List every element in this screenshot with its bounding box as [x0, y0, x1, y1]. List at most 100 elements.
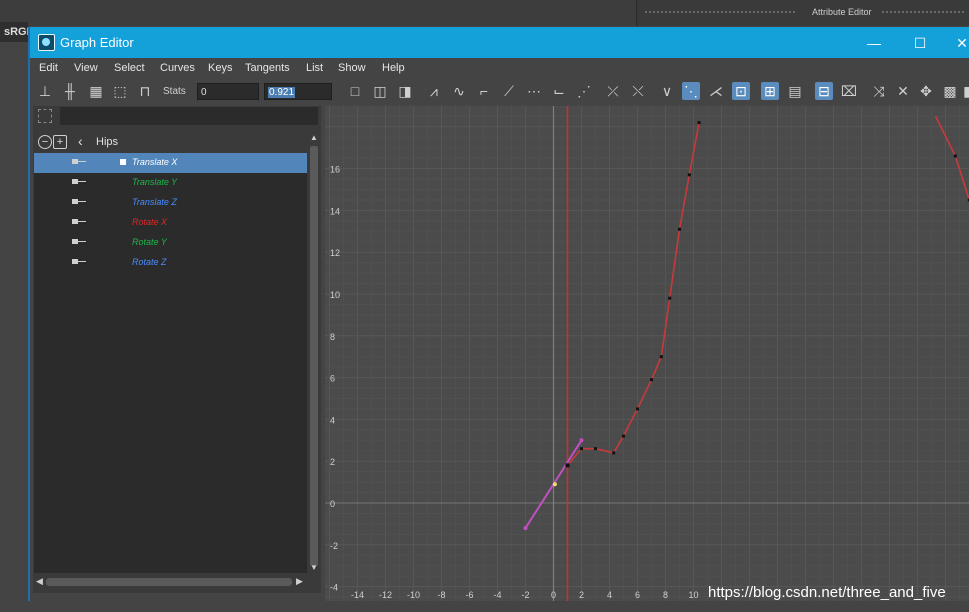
channel-row-translate-z[interactable]: Translate Z — [34, 193, 307, 213]
channel-row-rotate-x[interactable]: Rotate X — [34, 213, 307, 233]
colorspace-tab[interactable]: sRGB — [0, 22, 35, 42]
graph-background — [325, 106, 969, 601]
menu-help[interactable]: Help — [382, 62, 405, 74]
frame-all-icon[interactable]: □ — [346, 82, 364, 100]
outliner-search-field[interactable] — [60, 107, 318, 125]
buffer-curve-snapshot-icon[interactable]: ⤫ — [604, 82, 622, 100]
channel-row-rotate-z[interactable]: Rotate Z — [34, 253, 307, 273]
outliner-vertical-scrollbar[interactable]: ▲ ▼ — [309, 133, 319, 573]
lattice-deform-icon[interactable]: ▦ — [87, 82, 105, 100]
menu-keys[interactable]: Keys — [208, 62, 232, 74]
expand-all-icon[interactable]: + — [53, 135, 67, 149]
stats-value-field[interactable]: 0.921 — [264, 83, 332, 100]
keyframe-point — [636, 407, 639, 411]
y-tick-label: 16 — [330, 165, 340, 175]
scroll-up-icon[interactable]: ▲ — [310, 133, 318, 142]
title-bar[interactable]: Graph Editor — ☐ ✕ — [30, 27, 969, 58]
keyframe-point — [678, 227, 681, 231]
value-snap-icon[interactable]: ⌧ — [840, 82, 858, 100]
keyframe-point — [650, 378, 653, 382]
panel-grip[interactable] — [645, 11, 795, 17]
insert-keys-icon[interactable]: ╫ — [61, 82, 79, 100]
auto-load-icon[interactable]: ⊞ — [761, 82, 779, 100]
frame-selection-icon[interactable]: ◫ — [371, 82, 389, 100]
y-tick-label: 0 — [330, 499, 335, 509]
linear-tangent-icon[interactable]: ⟋ — [500, 82, 518, 100]
menu-edit[interactable]: Edit — [39, 62, 58, 74]
region-tool-icon[interactable]: ⬚ — [111, 82, 129, 100]
trax-editor-icon[interactable]: ▮ — [963, 82, 969, 100]
menu-show[interactable]: Show — [338, 62, 366, 74]
channel-row-rotate-y[interactable]: Rotate Y — [34, 233, 307, 253]
move-nearest-key-icon[interactable]: ⊥ — [36, 82, 54, 100]
keyframe-point — [580, 447, 583, 451]
channel-row-translate-x[interactable]: Translate X — [34, 153, 307, 173]
x-tick-label: -2 — [521, 590, 529, 600]
step-tangent-icon[interactable]: ⌙ — [550, 82, 568, 100]
close-button[interactable]: ✕ — [942, 30, 969, 56]
frame-playback-icon[interactable]: ◨ — [396, 82, 414, 100]
scroll-right-icon[interactable]: ▶ — [296, 576, 303, 587]
unify-tangents-icon[interactable]: ⋱ — [682, 82, 700, 100]
channel-name: Translate Z — [132, 197, 177, 207]
denormalize-icon[interactable]: ✕ — [894, 82, 912, 100]
channel-name: Translate X — [132, 157, 178, 167]
menu-tangents[interactable]: Tangents — [245, 62, 290, 74]
keyframe-point — [953, 154, 957, 158]
minimize-button[interactable]: — — [854, 30, 894, 56]
y-tick-label: 12 — [330, 248, 340, 258]
move-tool-icon[interactable]: ✥ — [917, 82, 935, 100]
menu-view[interactable]: View — [74, 62, 98, 74]
x-tick-label: 8 — [663, 590, 668, 600]
retime-tool-icon[interactable]: ⊓ — [136, 82, 154, 100]
x-tick-label: 6 — [635, 590, 640, 600]
graph-editor-window: Graph Editor — ☐ ✕ Edit View Select Curv… — [28, 27, 969, 601]
menu-bar: Edit View Select Curves Keys Tangents Li… — [30, 58, 969, 78]
channel-name: Rotate Y — [132, 237, 167, 247]
y-tick-label: 8 — [330, 332, 335, 342]
free-tangent-weight-icon[interactable]: ⋌ — [707, 82, 725, 100]
auto-tangent-icon[interactable]: ⩘ — [425, 82, 443, 100]
stats-frame-field[interactable]: 0 — [197, 83, 259, 100]
key-icon — [72, 258, 86, 266]
x-tick-label: -14 — [351, 590, 364, 600]
load-selected-icon[interactable]: ▤ — [786, 82, 804, 100]
scroll-down-icon[interactable]: ▼ — [310, 563, 318, 572]
lock-tangent-weight-icon[interactable]: ⊡ — [732, 82, 750, 100]
collapse-all-icon[interactable]: − — [38, 135, 52, 149]
swap-buffer-curve-icon[interactable]: ⤬ — [629, 82, 647, 100]
menu-curves[interactable]: Curves — [160, 62, 195, 74]
tangent-handle-end — [523, 526, 528, 531]
break-tangents-icon[interactable]: ∨ — [658, 82, 676, 100]
x-tick-label: 0 — [551, 590, 556, 600]
spline-tangent-icon[interactable]: ∿ — [450, 82, 468, 100]
menu-list[interactable]: List — [306, 62, 323, 74]
attribute-editor-header[interactable]: Attribute Editor — [636, 0, 969, 26]
normalize-icon[interactable]: ⤨ — [870, 82, 888, 100]
scroll-thumb[interactable] — [310, 146, 318, 566]
attribute-editor-label: Attribute Editor — [812, 7, 872, 17]
y-tick-label: -4 — [330, 583, 338, 593]
plateau-tangent-icon[interactable]: ⋰ — [575, 82, 593, 100]
channel-name: Translate Y — [132, 177, 178, 187]
chevron-left-icon[interactable]: ‹ — [78, 133, 83, 149]
y-tick-label: 4 — [330, 415, 335, 425]
channel-row-translate-y[interactable]: Translate Y — [34, 173, 307, 193]
filter-icon[interactable] — [38, 109, 52, 123]
outliner-header: − + ‹ Hips — [34, 133, 306, 151]
graph-view[interactable]: 16 14 12 10 8 6 4 2 0 -2 -4 -14 -12 -10 -8 -6 -4 -2 0 2 4 6 8 1… — [325, 106, 969, 601]
outliner-horizontal-scrollbar[interactable]: ◀ ▶ — [34, 576, 306, 588]
maximize-button[interactable]: ☐ — [900, 30, 940, 56]
key-icon — [72, 158, 86, 166]
keyframe-point — [612, 451, 616, 455]
time-snap-icon[interactable]: ⊟ — [815, 82, 833, 100]
scroll-left-icon[interactable]: ◀ — [36, 576, 43, 587]
flat-tangent-icon[interactable]: ⋯ — [525, 82, 543, 100]
panel-grip[interactable] — [882, 11, 964, 17]
clamped-tangent-icon[interactable]: ⌐ — [475, 82, 493, 100]
stats-value-text: 0.921 — [268, 87, 296, 98]
keyframe-point — [659, 355, 663, 359]
scroll-thumb[interactable] — [46, 578, 292, 586]
dope-sheet-icon[interactable]: ▩ — [941, 82, 959, 100]
menu-select[interactable]: Select — [114, 62, 145, 74]
